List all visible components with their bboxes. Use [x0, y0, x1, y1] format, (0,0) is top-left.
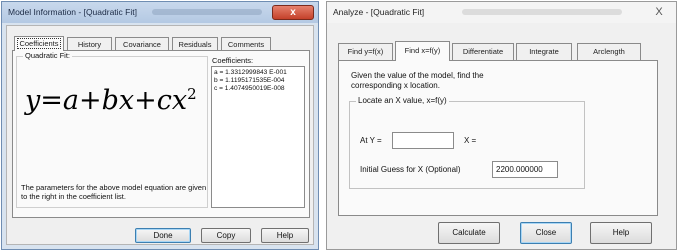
quadratic-fit-label: Quadratic Fit:: [23, 51, 73, 60]
analyze-client: Find y=f(x) Find x=f(y) Differentiate In…: [330, 25, 673, 246]
done-button[interactable]: Done: [135, 228, 191, 243]
coefficient-b: b = 1.1195171535E-004: [214, 77, 285, 84]
model-information-titlebar[interactable]: Model Information - [Quadratic Fit] x: [2, 2, 318, 23]
blurred-title-region: [462, 9, 622, 15]
coefficients-list[interactable]: a = 1.3312999843 E-001 b = 1.1195171535E…: [211, 66, 305, 208]
tab-residuals[interactable]: Residuals: [172, 37, 218, 51]
close-icon[interactable]: x: [272, 5, 314, 20]
find-x-panel: Given the value of the model, find the c…: [338, 60, 658, 216]
model-information-window: Model Information - [Quadratic Fit] x Co…: [1, 1, 319, 250]
tab-find-y[interactable]: Find y=f(x): [338, 43, 393, 60]
window-title: Model Information - [Quadratic Fit]: [8, 7, 137, 17]
close-icon[interactable]: X: [650, 5, 668, 20]
instructions-line-1: Given the value of the model, find the: [351, 71, 484, 80]
x-result-label: X =: [464, 136, 477, 145]
model-information-client: Coefficients History Covariance Residual…: [6, 25, 314, 245]
locate-x-group: Locate an X value, x=f(y) At Y = X = Ini…: [349, 96, 585, 189]
quadratic-fit-group: Quadratic Fit: y=a+bx+cx2 The parameters…: [16, 51, 208, 208]
copy-button[interactable]: Copy: [201, 228, 251, 243]
at-y-input[interactable]: [392, 132, 454, 149]
analyze-window: Analyze - [Quadratic Fit] X Find y=f(x) …: [326, 1, 677, 250]
tab-arclength[interactable]: Arclength: [577, 43, 641, 60]
blurred-title-region: [152, 9, 262, 15]
coefficients-panel: Quadratic Fit: y=a+bx+cx2 The parameters…: [12, 50, 310, 218]
initial-guess-input[interactable]: [492, 161, 558, 178]
coefficients-label: Coefficients:: [212, 56, 254, 65]
coefficient-a: a = 1.3312999843 E-001: [214, 69, 287, 76]
coefficient-c: c = 1.4074950019E-008: [214, 85, 285, 92]
tab-comments[interactable]: Comments: [221, 37, 271, 51]
initial-guess-label: Initial Guess for X (Optional): [360, 165, 461, 174]
tab-differentiate[interactable]: Differentiate: [452, 43, 514, 60]
tab-history[interactable]: History: [67, 37, 112, 51]
model-note: The parameters for the above model equat…: [21, 183, 207, 201]
window-title: Analyze - [Quadratic Fit]: [333, 7, 425, 17]
calculate-button[interactable]: Calculate: [438, 222, 500, 244]
model-equation: y=a+bx+cx2: [25, 85, 197, 116]
tab-integrate[interactable]: Integrate: [516, 43, 572, 60]
analyze-titlebar[interactable]: Analyze - [Quadratic Fit] X: [327, 2, 676, 23]
close-button[interactable]: Close: [520, 222, 572, 244]
at-y-label: At Y =: [360, 136, 382, 145]
tab-covariance[interactable]: Covariance: [115, 37, 169, 51]
help-button[interactable]: Help: [261, 228, 309, 243]
locate-x-label: Locate an X value, x=f(y): [356, 96, 449, 105]
help-button[interactable]: Help: [590, 222, 652, 244]
tab-find-x[interactable]: Find x=f(y): [395, 41, 450, 61]
tab-coefficients[interactable]: Coefficients: [14, 36, 64, 51]
instructions-line-2: corresponding x location.: [351, 81, 440, 90]
